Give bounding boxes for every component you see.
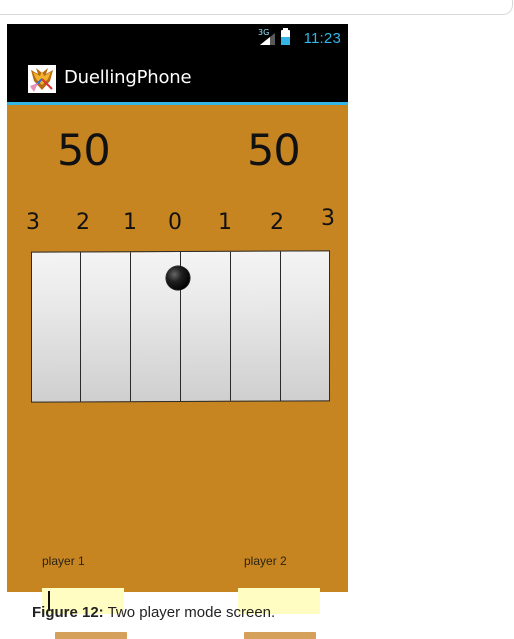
ball-icon [166, 265, 190, 291]
network-type: 3G [258, 28, 270, 37]
scale-mark-right-2: 2 [270, 210, 284, 235]
board-divider [230, 251, 231, 403]
player-1-label: player 1 [42, 554, 85, 568]
player-1-score: 50 [57, 126, 111, 176]
scale-mark-right-1: 1 [218, 210, 232, 235]
status-bar: 3G 11:23 [7, 24, 348, 56]
scale-mark-center: 0 [168, 210, 182, 235]
battery-icon [281, 28, 290, 45]
caption-text: Two player mode screen. [107, 604, 276, 621]
phone-screen: 3G 11:23 DuellingPhone 50 50 3 2 1 0 1 2… [7, 24, 348, 639]
scale-mark-left-2: 2 [76, 210, 90, 235]
scale-mark-right-3: 3 [321, 206, 335, 231]
player-2-label: player 2 [244, 554, 287, 568]
top-border [0, 0, 513, 15]
scale-mark-left-3: 3 [26, 210, 40, 235]
action-bar: DuellingPhone [7, 56, 348, 102]
game-screen: 50 50 3 2 1 0 1 2 3 player 1 player 2 Go [7, 105, 348, 639]
signal-icon: 3G [258, 28, 276, 46]
figure-page: 3G 11:23 DuellingPhone 50 50 3 2 1 0 1 2… [0, 0, 514, 639]
player-1-go-button[interactable]: Go [55, 632, 127, 639]
board-divider [80, 252, 81, 403]
status-time: 11:23 [303, 30, 341, 47]
board-divider [280, 251, 281, 403]
duellingphone-app-icon [28, 65, 56, 93]
board-divider [130, 252, 131, 403]
figure-caption: Figure 12: Two player mode screen. [32, 604, 275, 622]
duel-board [31, 250, 330, 403]
player-2-score: 50 [247, 126, 301, 176]
scale-mark-left-1: 1 [123, 210, 137, 235]
player-2-go-button[interactable]: Go [244, 632, 316, 639]
app-title: DuellingPhone [64, 67, 192, 88]
caption-label: Figure 12: [32, 604, 104, 621]
